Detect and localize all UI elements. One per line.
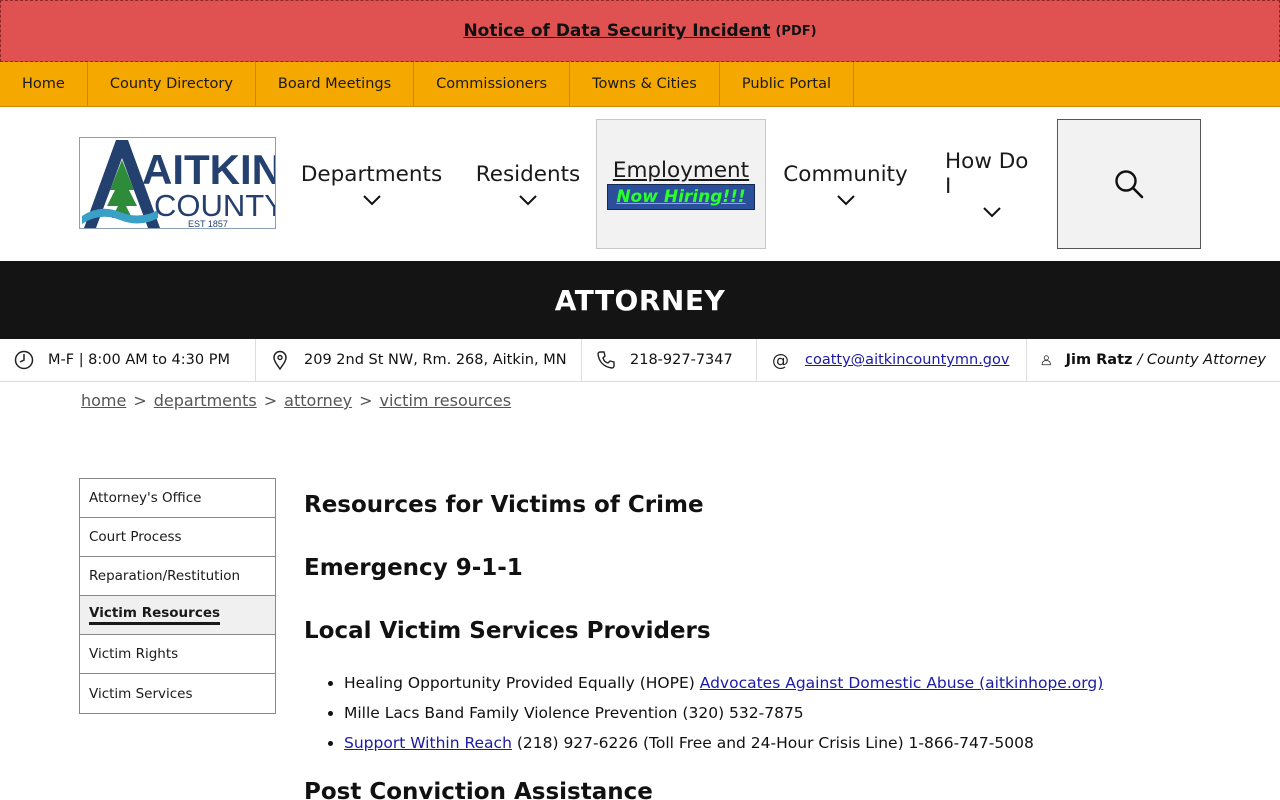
sidebar-item-label: Victim Rights <box>89 646 179 662</box>
nav-community-label: Community <box>783 161 908 187</box>
pdf-label: (PDF) <box>775 23 817 39</box>
search-button[interactable] <box>1057 119 1201 249</box>
list-item: Healing Opportunity Provided Equally (HO… <box>344 673 1244 693</box>
sidebar-item-reparation-restitution[interactable]: Reparation/Restitution <box>80 557 275 596</box>
heading-resources: Resources for Victims of Crime <box>304 492 704 518</box>
hours-text: M-F | 8:00 AM to 4:30 PM <box>48 352 230 368</box>
utility-nav: Home County Directory Board Meetings Com… <box>0 62 1280 107</box>
provider-text: Mille Lacs Band Family Violence Preventi… <box>344 704 804 722</box>
provider-link[interactable]: Advocates Against Domestic Abuse (aitkin… <box>700 674 1104 692</box>
providers-list: Healing Opportunity Provided Equally (HO… <box>344 673 1244 753</box>
list-item: Mille Lacs Band Family Violence Preventi… <box>344 703 1244 723</box>
topnav-board-meetings[interactable]: Board Meetings <box>256 62 415 106</box>
provider-text: (218) 927-6226 (Toll Free and 24-Hour Cr… <box>516 734 1034 752</box>
nav-employment[interactable]: Employment Now Hiring!!! <box>596 119 766 249</box>
address-cell: 209 2nd St NW, Rm. 268, Aitkin, MN <box>256 338 582 382</box>
breadcrumb: home > departments > attorney > victim resourc… <box>81 391 511 410</box>
security-alert-banner: Notice of Data Security Incident (PDF) <box>0 0 1280 62</box>
page-title: ATTORNEY <box>554 283 726 317</box>
breadcrumb-victim-resources[interactable]: victim resources <box>379 391 511 410</box>
sidebar-item-victim-resources[interactable]: Victim Resources <box>80 596 275 635</box>
chevron-down-icon <box>983 207 1001 218</box>
chevron-down-icon <box>836 194 855 205</box>
email-link[interactable]: coatty@aitkincountymn.gov <box>805 352 1009 368</box>
nav-departments-label: Departments <box>300 161 443 187</box>
nav-residents-label: Residents <box>475 161 581 187</box>
phone-text: 218-927-7347 <box>630 352 733 368</box>
chevron-down-icon <box>362 194 381 205</box>
provider-text: Healing Opportunity Provided Equally (HO… <box>344 674 695 692</box>
nav-employment-label: Employment <box>612 158 750 183</box>
sidebar-item-court-process[interactable]: Court Process <box>80 518 275 557</box>
sidebar-item-label: Attorney's Office <box>89 490 202 506</box>
breadcrumb-separator: > <box>359 391 373 410</box>
contact-title: / County Attorney <box>1137 352 1266 368</box>
sidebar-item-attorneys-office[interactable]: Attorney's Office <box>80 479 275 518</box>
nav-how-do-i-label: How Do I <box>945 149 1029 199</box>
phone-cell: 218-927-7347 <box>582 338 757 382</box>
address-text: 209 2nd St NW, Rm. 268, Aitkin, MN <box>304 352 567 368</box>
sidebar-item-label: Victim Resources <box>89 605 221 625</box>
sidebar-item-victim-services[interactable]: Victim Services <box>80 674 275 713</box>
chevron-down-icon <box>519 194 537 205</box>
breadcrumb-attorney[interactable]: attorney <box>284 391 352 410</box>
sidebar-item-label: Victim Services <box>89 685 193 702</box>
now-hiring-badge[interactable]: Now Hiring!!! <box>607 184 755 210</box>
main-content: Resources for Victims of Crime Emergency… <box>304 490 1244 800</box>
location-pin-icon <box>273 350 287 370</box>
search-icon <box>1115 170 1144 199</box>
topnav-county-directory[interactable]: County Directory <box>88 62 256 106</box>
topnav-towns-cities[interactable]: Towns & Cities <box>570 62 720 106</box>
sidebar-item-label: Reparation/Restitution <box>89 568 241 584</box>
heading-emergency: Emergency 9-1-1 <box>304 555 523 581</box>
heading-local-providers: Local Victim Services Providers <box>304 618 711 644</box>
list-item: Support Within Reach (218) 927-6226 (Tol… <box>344 733 1244 753</box>
hours-cell: M-F | 8:00 AM to 4:30 PM <box>0 338 256 382</box>
phone-icon <box>597 351 615 369</box>
topnav-public-portal[interactable]: Public Portal <box>720 62 855 106</box>
breadcrumb-separator: > <box>133 391 147 410</box>
breadcrumb-home[interactable]: home <box>81 391 126 410</box>
department-info-bar: M-F | 8:00 AM to 4:30 PM 209 2nd St NW, … <box>0 338 1280 382</box>
topnav-commissioners[interactable]: Commissioners <box>414 62 571 106</box>
user-icon <box>1041 355 1051 366</box>
heading-post-conviction: Post Conviction Assistance <box>304 779 653 800</box>
nav-departments[interactable]: Departments <box>300 119 443 249</box>
contact-cell: Jim Ratz / County Attorney <box>1027 339 1280 382</box>
provider-link[interactable]: Support Within Reach <box>344 734 512 752</box>
nav-residents[interactable]: Residents <box>475 119 581 249</box>
nav-how-do-i[interactable]: How Do I <box>945 119 1039 249</box>
svg-text:@: @ <box>772 351 789 370</box>
at-sign-icon: @ <box>772 351 789 370</box>
clock-icon <box>14 350 34 370</box>
page-title-band: ATTORNEY <box>0 261 1280 339</box>
breadcrumb-departments[interactable]: departments <box>154 391 257 410</box>
sidebar-item-label: Court Process <box>89 529 182 545</box>
topnav-home[interactable]: Home <box>0 62 88 106</box>
nav-community[interactable]: Community <box>783 119 908 249</box>
contact-name: Jim Ratz <box>1065 352 1133 368</box>
security-notice-link[interactable]: Notice of Data Security Incident <box>463 21 770 41</box>
breadcrumb-separator: > <box>263 391 278 410</box>
email-cell: @ coatty@aitkincountymn.gov <box>757 338 1027 382</box>
section-sidebar: Attorney's Office Court Process Reparati… <box>79 478 276 714</box>
sidebar-item-victim-rights[interactable]: Victim Rights <box>80 635 275 674</box>
